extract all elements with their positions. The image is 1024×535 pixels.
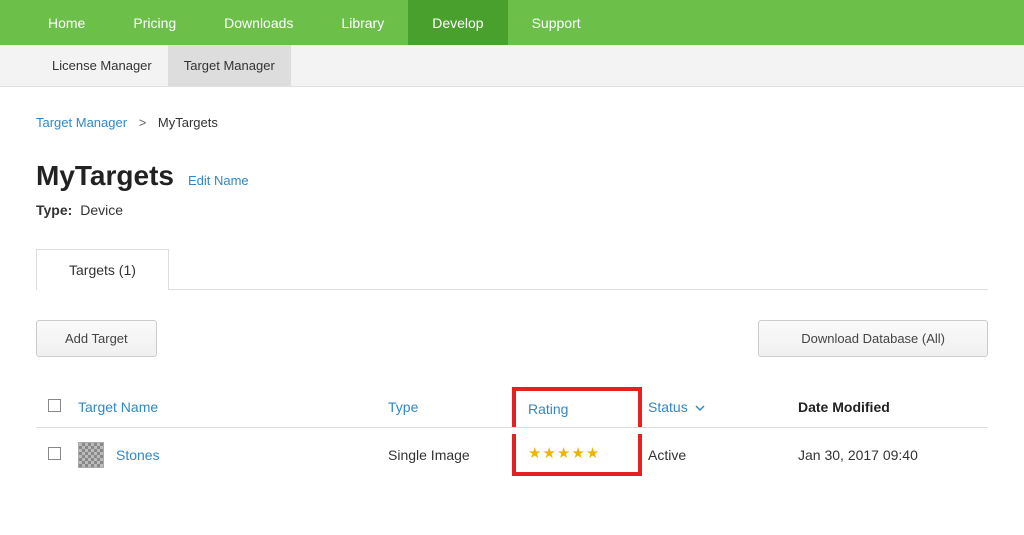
breadcrumb: Target Manager > MyTargets (36, 115, 988, 130)
tabs: Targets (1) (36, 248, 988, 290)
chevron-down-icon (695, 403, 705, 413)
nav-pricing[interactable]: Pricing (109, 0, 200, 45)
top-nav: Home Pricing Downloads Library Develop S… (0, 0, 1024, 45)
row-type: Single Image (382, 428, 512, 483)
edit-name-link[interactable]: Edit Name (188, 173, 249, 188)
star-icon: ★ (542, 444, 555, 462)
nav-develop[interactable]: Develop (408, 0, 507, 45)
table-row: Stones Single Image ★ ★ ★ ★ ★ (36, 428, 988, 483)
header-target-name[interactable]: Target Name (72, 387, 382, 428)
type-label: Type: (36, 202, 72, 218)
sub-nav: License Manager Target Manager (0, 45, 1024, 87)
page-title: MyTargets (36, 160, 174, 192)
type-value: Device (80, 202, 123, 218)
nav-library[interactable]: Library (317, 0, 408, 45)
header-rating[interactable]: Rating (512, 387, 642, 428)
header-date-modified: Date Modified (792, 387, 988, 428)
type-row: Type: Device (36, 202, 988, 218)
targets-table: Target Name Type Rating Status Date Modi… (36, 387, 988, 482)
nav-support[interactable]: Support (508, 0, 605, 45)
breadcrumb-sep: > (139, 115, 147, 130)
subnav-target-manager[interactable]: Target Manager (168, 45, 291, 86)
header-rating-label: Rating (528, 401, 568, 417)
row-rating: ★ ★ ★ ★ ★ (512, 428, 642, 483)
breadcrumb-current: MyTargets (158, 115, 218, 130)
star-icon: ★ (586, 444, 599, 462)
header-status[interactable]: Status (642, 387, 792, 428)
row-status: Active (642, 428, 792, 483)
subnav-license-manager[interactable]: License Manager (36, 45, 168, 86)
rating-stars: ★ ★ ★ ★ ★ (528, 444, 599, 462)
star-icon: ★ (528, 444, 541, 462)
star-icon: ★ (571, 444, 584, 462)
breadcrumb-root[interactable]: Target Manager (36, 115, 127, 130)
nav-home[interactable]: Home (24, 0, 109, 45)
download-database-button[interactable]: Download Database (All) (758, 320, 988, 357)
nav-downloads[interactable]: Downloads (200, 0, 317, 45)
add-target-button[interactable]: Add Target (36, 320, 157, 357)
star-icon: ★ (557, 444, 570, 462)
header-type[interactable]: Type (382, 387, 512, 428)
target-name-link[interactable]: Stones (116, 447, 160, 463)
row-checkbox[interactable] (48, 447, 61, 460)
select-all-checkbox[interactable] (48, 399, 61, 412)
target-thumbnail (78, 442, 104, 468)
header-status-label: Status (648, 399, 688, 415)
header-checkbox-col (36, 387, 72, 428)
row-date-modified: Jan 30, 2017 09:40 (792, 428, 988, 483)
tab-targets[interactable]: Targets (1) (36, 249, 169, 290)
